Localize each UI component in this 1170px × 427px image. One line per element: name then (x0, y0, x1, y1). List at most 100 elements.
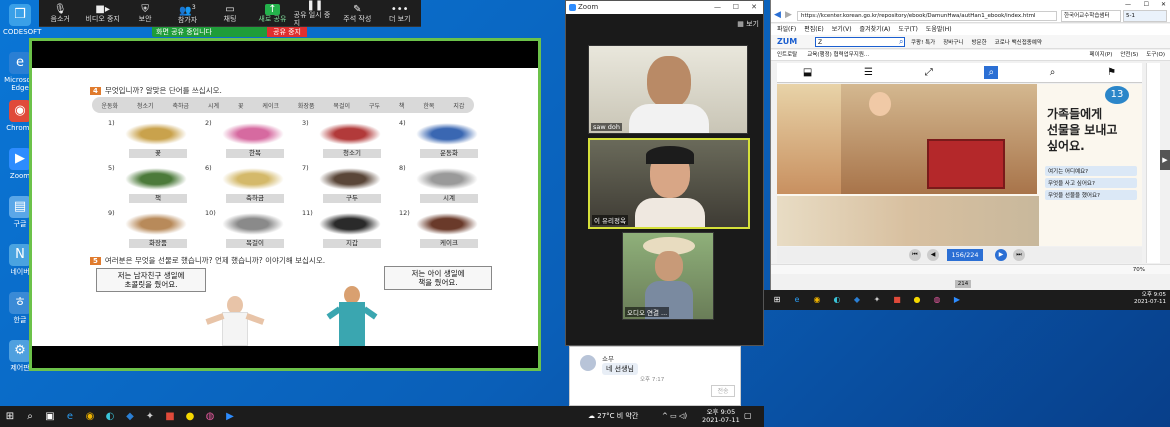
favorite-link[interactable]: 쿠팡! 특가 (911, 40, 935, 46)
command-item[interactable]: 안전(S) (1120, 52, 1138, 58)
taskbar-clock[interactable]: 오후 9:05 2021-07-11 (702, 408, 740, 424)
desktop-app-icon: ▶ (9, 148, 31, 170)
vocab-item-number: 8) (399, 164, 406, 172)
taskbar2-clock: 오후 9:05 2021-07-11 (1134, 292, 1166, 305)
desktop-app-icon: ㅎ (9, 292, 31, 314)
secondary-taskbar-icon[interactable]: ◍ (930, 292, 944, 306)
side-arrow-icon[interactable]: ▶ (1160, 150, 1170, 170)
favorite-link[interactable]: 방문한 (971, 40, 986, 46)
favorite-link[interactable]: 인트로탈 (777, 52, 797, 58)
first-page-icon[interactable]: ⏮ (909, 249, 921, 261)
mute-button[interactable]: 🎙 음소거 (39, 0, 81, 26)
participants-button[interactable]: 👥3 참가자 (166, 0, 208, 26)
question-item[interactable]: 무엇을 사고 싶어요? (1045, 178, 1137, 188)
minimize-icon[interactable]: — (714, 1, 721, 14)
app-icon-2[interactable]: ◆ (120, 406, 140, 427)
search-input[interactable]: Z (815, 37, 905, 47)
microphone-icon: 🎙 (53, 3, 67, 15)
maximize-icon[interactable]: ☐ (1144, 0, 1149, 9)
close-icon[interactable]: ✕ (1161, 0, 1166, 9)
edge-icon[interactable]: e (60, 406, 80, 427)
video-stop-button[interactable]: ■▸ 비디오 중지 (81, 0, 123, 26)
stop-share-button[interactable]: 공유 중지 (267, 27, 307, 37)
question-item[interactable]: 여기는 어디예요? (1045, 166, 1137, 176)
secondary-taskbar-icon[interactable]: ⊞ (770, 292, 784, 306)
view-button[interactable]: ▦ 보기 (737, 19, 759, 29)
secondary-taskbar-icon[interactable]: ▶ (950, 292, 964, 306)
favorite-link[interactable]: 코로나 백신접종예약 (995, 40, 1042, 46)
search-icon[interactable]: ⌕ (20, 406, 40, 427)
command-bar: 인트로탈 교육(행정) 협력업무지원... 페이지(P) 안전(S) 도구(O) (771, 50, 1170, 61)
chrome-icon[interactable]: ◉ (80, 406, 100, 427)
search-icon[interactable]: ⌕ (1050, 67, 1056, 78)
secondary-taskbar-icon[interactable]: ◐ (830, 292, 844, 306)
favorite-link[interactable]: 장바구니 (943, 40, 963, 46)
app-icon-4[interactable]: ◍ (200, 406, 220, 427)
annotate-button[interactable]: ✎ 주석 작성 (336, 0, 378, 26)
more-button[interactable]: ••• 더 보기 (379, 0, 421, 26)
bookmark-icon[interactable]: ⚑ (1107, 67, 1116, 78)
zoom-gallery-window: Zoom — ☐ ✕ ▦ 보기 saw doh 이 유리정옥 오디오 연결 ..… (565, 0, 764, 346)
command-item[interactable]: 도구(O) (1146, 52, 1165, 58)
vocab-item: 6) 축하금 (205, 164, 294, 208)
menu-item[interactable]: 도움말(H) (926, 26, 952, 33)
favorite-link[interactable]: 교육(행정) 협력업무지원... (807, 52, 869, 58)
menu-item[interactable]: 도구(T) (898, 26, 917, 33)
vocab-item: 10) 목걸이 (205, 209, 294, 253)
page-indicator[interactable]: 156/224 (947, 249, 983, 261)
menu-item[interactable]: 보기(V) (832, 26, 852, 33)
secondary-taskbar-icon[interactable]: e (790, 292, 804, 306)
command-item[interactable]: 페이지(P) (1090, 52, 1113, 58)
new-share-button[interactable]: ↑ 새로 공유 (251, 0, 293, 26)
secondary-taskbar-icon[interactable]: ◆ (850, 292, 864, 306)
vocab-item-label: 꽃 (129, 149, 187, 158)
person-body-2 (635, 198, 705, 227)
browser-tab-2[interactable]: 5-1 (1123, 10, 1167, 22)
chat-send-button[interactable]: 전송 (711, 385, 735, 397)
task-view-icon[interactable]: ▣ (40, 406, 60, 427)
menu-item[interactable]: 파일(F) (777, 26, 796, 33)
search-icon[interactable]: ⌕ (899, 37, 903, 47)
app-icon-1[interactable]: ◐ (100, 406, 120, 427)
notification-icon[interactable]: ▢ (744, 411, 752, 420)
secondary-taskbar-icon[interactable]: ● (910, 292, 924, 306)
participant-video-1[interactable]: saw doh (588, 45, 748, 134)
minimize-icon[interactable]: — (1125, 0, 1131, 9)
back-icon[interactable]: ◀ (774, 10, 781, 20)
weather-widget[interactable]: ☁ 27°C 비 약간 (588, 411, 638, 421)
maximize-icon[interactable]: ☐ (733, 1, 739, 14)
zoom-taskbar-icon[interactable]: ▶ (220, 406, 240, 427)
desktop-icon[interactable]: ❒ CODESOFT (3, 4, 41, 36)
app-icon-3[interactable]: ✦ (140, 406, 160, 427)
vocab-item-number: 5) (108, 164, 115, 172)
security-button[interactable]: ⛨ 보안 (124, 0, 166, 26)
participant-video-2[interactable]: 이 유리정옥 (588, 138, 750, 229)
next-page-icon[interactable]: ▶ (995, 249, 1007, 261)
last-page-icon[interactable]: ⏭ (1013, 249, 1025, 261)
home-icon[interactable]: ⬓ (803, 67, 812, 78)
fullscreen-icon[interactable]: ⤢ (925, 67, 933, 78)
chat-button[interactable]: ▭ 채팅 (209, 0, 251, 26)
hwp-icon[interactable]: ■ (160, 406, 180, 427)
list-icon[interactable]: ☰ (864, 67, 873, 78)
vocab-item-number: 1) (108, 119, 115, 127)
windows-start-icon[interactable]: ⊞ (0, 406, 20, 427)
secondary-taskbar-icon[interactable]: ■ (890, 292, 904, 306)
participant-video-3[interactable]: 오디오 연결 ... (622, 232, 714, 320)
question-item[interactable]: 무엇을 선물을 했어요? (1045, 190, 1137, 200)
prev-page-icon[interactable]: ◀ (927, 249, 939, 261)
page-badge: 13 (1105, 86, 1129, 104)
forward-icon[interactable]: ▶ (785, 10, 792, 20)
close-icon[interactable]: ✕ (751, 1, 757, 14)
url-field[interactable]: https://kcenter.korean.go.kr/repository/… (797, 11, 1057, 21)
pause-share-button[interactable]: ❚❚ 공유 일시 중지 (294, 0, 336, 27)
menu-item[interactable]: 즐겨찾기(A) (860, 26, 891, 33)
kakao-icon[interactable]: ● (180, 406, 200, 427)
zoom-in-icon[interactable]: ⌕ (984, 66, 999, 79)
browser-tab[interactable]: 한국어교수학습샘터 (1061, 10, 1121, 22)
menu-item[interactable]: 편집(E) (804, 26, 824, 33)
secondary-taskbar-icon[interactable]: ✦ (870, 292, 884, 306)
desktop-app-icon: ❒ (9, 4, 31, 26)
word-bank-item: 케이크 (262, 102, 279, 110)
secondary-taskbar-icon[interactable]: ◉ (810, 292, 824, 306)
